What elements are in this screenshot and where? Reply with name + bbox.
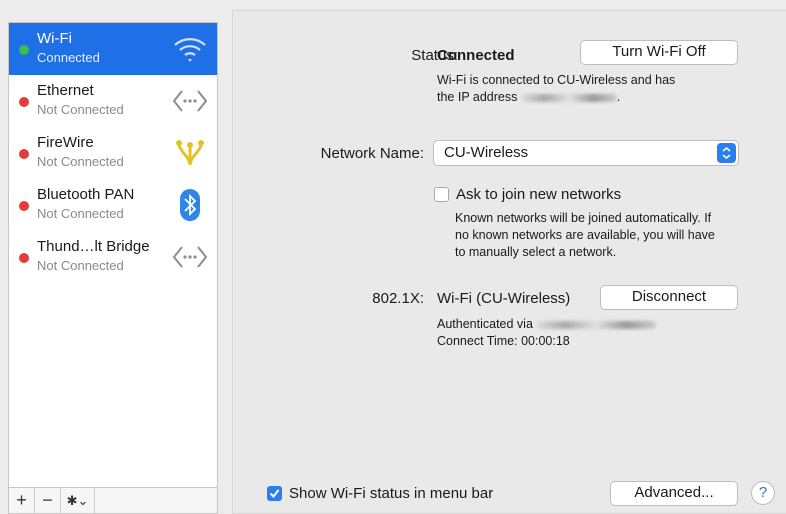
ip-address-label: the IP address [437, 90, 518, 104]
turn-wifi-off-button[interactable]: Turn Wi-Fi Off [580, 40, 738, 65]
bluetooth-icon [180, 189, 200, 221]
gear-menu-button[interactable]: ✱⌄ [61, 487, 95, 514]
service-name: Wi-Fi [37, 30, 72, 47]
service-item-thunderbolt-bridge[interactable]: Thund…lt Bridge Not Connected [9, 231, 217, 283]
status-dot-connected [19, 45, 29, 55]
status-detail-line: Wi-Fi is connected to CU-Wireless and ha… [437, 73, 676, 87]
status-dot-disconnected [19, 149, 29, 159]
help-line: Known networks will be joined automatica… [455, 211, 712, 225]
remove-service-button[interactable]: − [35, 487, 61, 514]
select-arrows-icon [717, 143, 736, 163]
service-name: FireWire [37, 134, 94, 151]
connect-time: Connect Time: 00:00:18 [437, 334, 570, 348]
service-item-wifi[interactable]: Wi-Fi Connected [9, 23, 217, 75]
ask-to-join-label: Ask to join new networks [456, 186, 622, 203]
help-button[interactable]: ? [751, 481, 775, 505]
service-status: Not Connected [37, 258, 124, 273]
status-value: Connected [437, 47, 515, 64]
dot1x-label: 802.1X: [372, 290, 424, 307]
service-status: Not Connected [37, 206, 124, 221]
service-name: Bluetooth PAN [37, 186, 135, 203]
ask-to-join-help: Known networks will be joined automatica… [455, 210, 715, 261]
service-status: Not Connected [37, 102, 124, 117]
service-status: Connected [37, 50, 100, 65]
wifi-settings-panel: Status: Connected Turn Wi-Fi Off Wi-Fi i… [232, 10, 786, 514]
authenticated-via-label: Authenticated via [437, 317, 533, 331]
network-name-select[interactable]: CU-Wireless [433, 140, 739, 166]
redacted-username [536, 320, 657, 329]
help-line: no known networks are available, you wil… [455, 228, 715, 242]
service-name: Ethernet [37, 82, 94, 99]
status-detail-end: . [616, 90, 621, 104]
status-detail-line: the IP address . [437, 89, 675, 106]
advanced-button[interactable]: Advanced... [610, 481, 738, 506]
service-list-toolbar: + − ✱⌄ [9, 487, 217, 514]
status-dot-disconnected [19, 201, 29, 211]
wifi-icon [174, 38, 206, 62]
status-dot-disconnected [19, 253, 29, 263]
service-list: Wi-Fi Connected Ethernet Not Connected F… [8, 22, 218, 514]
disconnect-button[interactable]: Disconnect [600, 285, 738, 310]
show-status-checkbox[interactable] [267, 486, 282, 501]
status-dot-disconnected [19, 97, 29, 107]
status-detail: Wi-Fi is connected to CU-Wireless and ha… [437, 72, 675, 106]
ask-to-join-checkbox[interactable] [434, 187, 449, 202]
service-item-bluetooth-pan[interactable]: Bluetooth PAN Not Connected [9, 179, 217, 231]
redacted-ip-address [520, 93, 617, 102]
dot1x-detail: Authenticated via Connect Time: 00:00:18 [437, 316, 657, 350]
dot1x-value: Wi-Fi (CU-Wireless) [437, 290, 571, 307]
service-item-firewire[interactable]: FireWire Not Connected [9, 127, 217, 179]
ethernet-arrows-icon [172, 90, 208, 112]
service-name: Thund…lt Bridge [37, 238, 150, 255]
network-name-label: Network Name: [320, 145, 424, 162]
firewire-icon [176, 140, 204, 166]
add-service-button[interactable]: + [9, 487, 35, 514]
network-name-value: CU-Wireless [444, 144, 529, 161]
authenticated-line: Authenticated via [437, 316, 657, 333]
help-line: to manually select a network. [455, 245, 617, 259]
thunderbolt-bridge-arrows-icon [172, 246, 208, 268]
show-status-label: Show Wi-Fi status in menu bar [289, 485, 494, 502]
service-item-ethernet[interactable]: Ethernet Not Connected [9, 75, 217, 127]
service-status: Not Connected [37, 154, 124, 169]
